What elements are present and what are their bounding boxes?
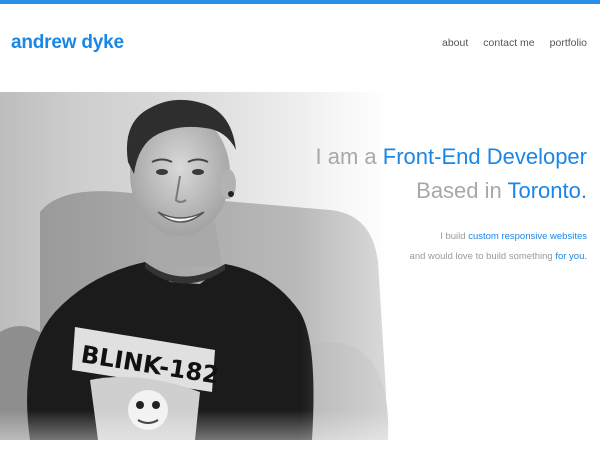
top-accent-bar [0, 0, 600, 4]
headline-prefix-2: Based in [416, 178, 502, 203]
hero-headline: I am a Front-End Developer Based in Toro… [316, 140, 587, 208]
headline-role: Front-End Developer [382, 144, 587, 169]
subtext-line-2: and would love to build something for yo… [410, 247, 587, 267]
headline-period: . [580, 178, 587, 203]
headline-prefix-1: I am a [315, 144, 377, 169]
subtext-highlight-2: for you. [555, 251, 587, 262]
site-logo[interactable]: andrew dyke [11, 32, 124, 54]
headline-line-2: Based in Toronto. [316, 174, 587, 208]
earring-shape [228, 191, 234, 197]
subtext-prefix-2: and would love to build something [409, 251, 553, 262]
nav-link-about[interactable]: about [442, 37, 468, 49]
nav-link-contact[interactable]: contact me [483, 37, 534, 49]
nav-link-portfolio[interactable]: portfolio [550, 37, 587, 49]
page: andrew dyke about contact me portfolio B… [0, 0, 600, 450]
hero-subtext: I build custom responsive websites and w… [410, 227, 587, 267]
subtext-line-1: I build custom responsive websites [410, 227, 587, 247]
headline-line-1: I am a Front-End Developer [316, 140, 587, 174]
subtext-highlight-1: custom responsive websites [468, 231, 587, 242]
subtext-prefix-1: I build [440, 231, 466, 242]
main-nav: about contact me portfolio [442, 37, 587, 49]
hero-bottom-fade [0, 410, 600, 440]
headline-city: Toronto [507, 178, 581, 203]
